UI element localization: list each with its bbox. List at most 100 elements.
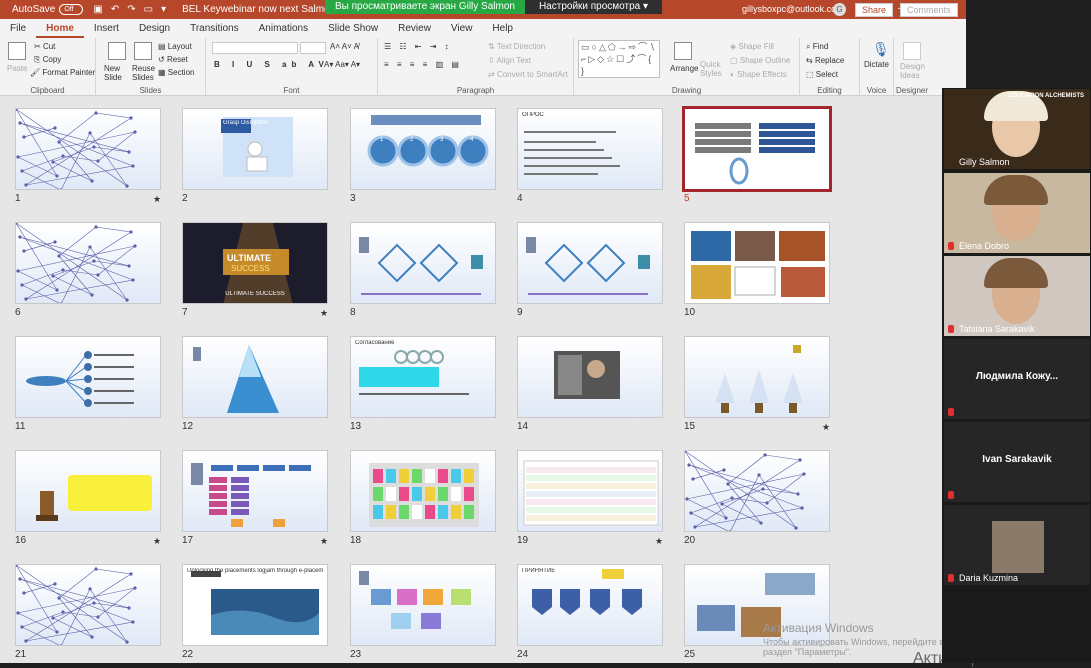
- participant-tile[interactable]: Tatsiana Sarakavik: [944, 256, 1090, 336]
- section-button[interactable]: ▦ Section: [158, 68, 194, 77]
- tab-slide-show[interactable]: Slide Show: [318, 19, 388, 38]
- font-size-input[interactable]: [300, 42, 326, 54]
- replace-button[interactable]: ⇆ Replace: [806, 56, 844, 65]
- font-group: A˄ A˅ A̸ B I U S ab AV A▾ Aa▾ A▾ Font: [206, 38, 378, 96]
- tab-view[interactable]: View: [441, 19, 483, 38]
- slide-thumbnail[interactable]: [684, 450, 830, 532]
- comments-button[interactable]: Comments: [900, 3, 958, 17]
- arrange-button[interactable]: Arrange: [670, 64, 698, 73]
- autosave[interactable]: AutoSave Off: [12, 4, 84, 15]
- redo-icon[interactable]: ↷: [127, 4, 135, 15]
- user-email[interactable]: gillysboxpc@outlook.com: [742, 4, 844, 14]
- slide-thumbnail[interactable]: ОПРОС: [517, 108, 663, 190]
- paste-button[interactable]: Paste: [7, 64, 27, 73]
- align-buttons[interactable]: ≡ ≡ ≡ ≡ ▥ ▤: [384, 60, 462, 69]
- cut-button[interactable]: ✂ Cut: [34, 42, 55, 51]
- transition-star-icon: ★: [153, 194, 162, 204]
- align-text-button[interactable]: ⇳ Align Text: [488, 56, 531, 65]
- tab-review[interactable]: Review: [388, 19, 441, 38]
- slide-thumbnail[interactable]: Unlocking the placements logjam through …: [182, 564, 328, 646]
- participant-tile[interactable]: EDUCATION ALCHEMISTS Gilly Salmon: [944, 89, 1090, 169]
- font-size-buttons[interactable]: A˄ A˅ A̸: [330, 42, 359, 51]
- quick-styles-button[interactable]: Quick Styles: [700, 60, 724, 78]
- slide-thumbnail[interactable]: ULTIMATE SUCCESS ULTIMATE SUCCESS: [182, 222, 328, 304]
- slide-thumbnail[interactable]: [182, 336, 328, 418]
- slide-thumbnail[interactable]: 1234: [350, 108, 496, 190]
- microphone-icon[interactable]: 🎙: [872, 41, 890, 58]
- tab-help[interactable]: Help: [482, 19, 523, 38]
- slide-thumbnail[interactable]: [517, 222, 663, 304]
- tab-home[interactable]: Home: [36, 19, 84, 38]
- font-format-buttons[interactable]: B I U S ab AV: [214, 60, 329, 69]
- slide-thumbnail[interactable]: [15, 222, 161, 304]
- copy-button[interactable]: ⎘ Copy: [34, 55, 61, 65]
- list-buttons[interactable]: ☰ ☷ ⇤ ⇥ ↕: [384, 42, 452, 51]
- muted-mic-icon: [948, 574, 954, 582]
- replace-label: Replace: [814, 56, 845, 65]
- select-button[interactable]: ⬚ Select: [806, 70, 838, 79]
- reuse-slides-button[interactable]: Reuse Slides: [132, 64, 156, 82]
- participant-tile[interactable]: Людмила Кожу...: [944, 339, 1090, 419]
- text-direction-button[interactable]: ⇅ Text Direction: [488, 42, 545, 51]
- slide-number: 18: [350, 535, 362, 546]
- design-ideas-icon[interactable]: [903, 42, 921, 60]
- new-slide-button[interactable]: New Slide: [104, 64, 132, 82]
- slide-thumbnail[interactable]: [517, 336, 663, 418]
- tab-transitions[interactable]: Transitions: [180, 19, 249, 38]
- participant-tile[interactable]: Ivan Sarakavik: [944, 422, 1090, 502]
- new-slide-icon[interactable]: [108, 42, 126, 60]
- present-icon[interactable]: ▭: [144, 4, 153, 15]
- view-settings-button[interactable]: Настройки просмотра ▾: [524, 0, 663, 14]
- slide-thumbnail[interactable]: [15, 564, 161, 646]
- slide-thumbnail[interactable]: [350, 222, 496, 304]
- slide-number: 4: [517, 193, 523, 204]
- reuse-slides-icon[interactable]: [134, 42, 152, 60]
- dictate-button[interactable]: Dictate: [864, 60, 889, 69]
- layout-button[interactable]: ▤ Layout: [158, 42, 192, 51]
- slide-thumbnail[interactable]: [517, 450, 663, 532]
- shapes-gallery[interactable]: ▭○△⬠→⇨⌒∖ ⌐▷◇☆☐⤴⌒{ }: [578, 40, 660, 78]
- reset-button[interactable]: ↺ Reset: [158, 55, 188, 64]
- tab-insert[interactable]: Insert: [84, 19, 129, 38]
- slide-preview: [685, 337, 829, 417]
- format-painter-button[interactable]: 🖌 Format Painter: [30, 68, 95, 77]
- paste-icon[interactable]: [8, 42, 26, 60]
- participant-name: Ivan Sarakavik: [982, 454, 1052, 465]
- slide-thumbnail[interactable]: [350, 564, 496, 646]
- font-color-buttons[interactable]: A▾ Aa▾ A▾: [324, 60, 360, 69]
- slide-thumbnail[interactable]: ПРИНЯТИЕ: [517, 564, 663, 646]
- slide-thumbnail[interactable]: [684, 336, 830, 418]
- slide-thumbnail[interactable]: [182, 450, 328, 532]
- tab-animations[interactable]: Animations: [249, 19, 318, 38]
- save-icon[interactable]: ▣: [93, 4, 102, 15]
- slide-thumbnail[interactable]: Согласование: [350, 336, 496, 418]
- user-avatar[interactable]: G: [833, 3, 846, 16]
- slide-preview: [351, 223, 495, 303]
- shape-fill-button[interactable]: ◈ Shape Fill: [730, 42, 774, 51]
- share-button[interactable]: Share: [855, 3, 894, 17]
- shape-effects-button[interactable]: ◐ Shape Effects: [730, 70, 787, 79]
- participant-tile[interactable]: Daria Kuzmina: [944, 505, 1090, 585]
- convert-smartart-button[interactable]: ⇄ Convert to SmartArt: [488, 70, 568, 79]
- slide-thumbnail[interactable]: [15, 450, 161, 532]
- slide-thumbnail[interactable]: [15, 336, 161, 418]
- shape-outline-button[interactable]: ▢ Shape Outline: [730, 56, 790, 65]
- slide-thumbnail[interactable]: Grasp Disruption: [182, 108, 328, 190]
- qat-more-icon[interactable]: ▾: [161, 4, 166, 15]
- slide-thumbnail[interactable]: [682, 106, 832, 192]
- editing-group: ⌕ Find ⇆ Replace ⬚ Select Editing: [800, 38, 860, 96]
- slide-thumbnail[interactable]: [15, 108, 161, 190]
- font-name-input[interactable]: [212, 42, 298, 54]
- autosave-toggle[interactable]: Off: [59, 4, 84, 15]
- slide-thumbnail[interactable]: [350, 450, 496, 532]
- tab-file[interactable]: File: [0, 19, 36, 38]
- participant-tile[interactable]: Elena Dobro: [944, 173, 1090, 253]
- design-ideas-button[interactable]: Design Ideas: [900, 62, 928, 80]
- slide-thumbnail[interactable]: [684, 222, 830, 304]
- find-button[interactable]: ⌕ Find: [806, 42, 828, 52]
- drawing-group: ▭○△⬠→⇨⌒∖ ⌐▷◇☆☐⤴⌒{ } Arrange Quick Styles…: [574, 38, 800, 96]
- undo-icon[interactable]: ↶: [111, 4, 119, 15]
- svg-text:ULTIMATE: ULTIMATE: [227, 253, 271, 263]
- arrange-icon[interactable]: [674, 42, 692, 60]
- tab-design[interactable]: Design: [129, 19, 180, 38]
